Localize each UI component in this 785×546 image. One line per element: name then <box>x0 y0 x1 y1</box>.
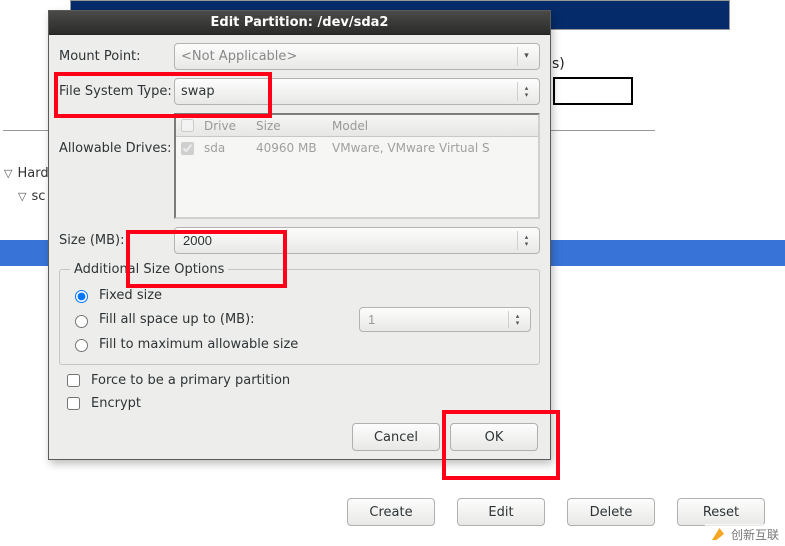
allowable-drives-label: Allowable Drives: <box>59 141 174 156</box>
drives-header: Drive Size Model <box>176 115 538 137</box>
additional-size-options: Additional Size Options Fixed size Fill … <box>59 262 540 365</box>
chevron-down-icon: ▽ <box>4 167 12 180</box>
edit-partition-dialog: Edit Partition: /dev/sda2 Mount Point: <… <box>48 10 551 460</box>
background-button-row: Create Edit Delete Reset <box>0 498 785 526</box>
drives-header-checkbox <box>181 119 194 132</box>
allowable-drives-row: Allowable Drives: Drive Size Model sda 4… <box>59 113 540 219</box>
size-spinner[interactable]: ▴▾ <box>174 227 540 254</box>
option-fill-upto[interactable]: Fill all space up to (MB): ▴▾ <box>70 307 531 332</box>
tree-item-label: sc <box>31 189 45 204</box>
drives-header-drive: Drive <box>198 119 250 133</box>
background-input-fragment <box>553 77 633 105</box>
device-tree: ▽ Hard ▽ sc <box>4 166 49 212</box>
cancel-button[interactable]: Cancel <box>352 423 440 451</box>
spinner-icon[interactable]: ▴▾ <box>517 231 535 250</box>
drive-row-model: VMware, VMware Virtual S <box>326 141 538 155</box>
size-row: Size (MB): ▴▾ <box>59 227 540 254</box>
drive-row-size: 40960 MB <box>250 141 326 155</box>
radio-fixed-size[interactable] <box>75 290 88 303</box>
drives-header-model: Model <box>326 119 538 133</box>
force-primary-row[interactable]: Force to be a primary partition <box>63 371 540 390</box>
spinner-icon: ▴▾ <box>517 82 535 101</box>
option-fill-max-label: Fill to maximum allowable size <box>99 337 298 352</box>
mount-point-row: Mount Point: <Not Applicable> ▲▾ <box>59 43 540 70</box>
tree-item-hard[interactable]: ▽ Hard <box>4 166 49 181</box>
additional-size-legend: Additional Size Options <box>70 262 228 277</box>
fill-upto-input <box>366 311 524 328</box>
fstype-row: File System Type: swap ▴▾ <box>59 78 540 105</box>
fstype-value: swap <box>181 84 215 99</box>
create-button[interactable]: Create <box>347 498 435 526</box>
size-label: Size (MB): <box>59 233 174 248</box>
edit-button[interactable]: Edit <box>457 498 545 526</box>
fstype-label: File System Type: <box>59 84 174 99</box>
reset-button[interactable]: Reset <box>677 498 765 526</box>
option-fixed-size-label: Fixed size <box>99 288 162 303</box>
watermark: 创新互联 <box>705 524 783 544</box>
mount-point-combo[interactable]: <Not Applicable> ▲▾ <box>174 43 540 70</box>
drive-row-drive: sda <box>198 141 250 155</box>
ok-button[interactable]: OK <box>450 423 538 451</box>
fill-upto-spinner: ▴▾ <box>359 307 531 332</box>
force-primary-checkbox[interactable] <box>67 374 80 387</box>
force-primary-label: Force to be a primary partition <box>91 373 290 388</box>
option-fill-upto-label: Fill all space up to (MB): <box>99 312 255 327</box>
watermark-text: 创新互联 <box>731 526 779 543</box>
chevron-down-icon: ▽ <box>18 190 26 203</box>
mount-point-label: Mount Point: <box>59 49 174 64</box>
drive-row-checkbox[interactable] <box>181 142 194 155</box>
dialog-button-row: Cancel OK <box>59 417 540 453</box>
drive-row[interactable]: sda 40960 MB VMware, VMware Virtual S <box>176 137 538 159</box>
mount-point-value: <Not Applicable> <box>181 49 297 64</box>
radio-fill-max[interactable] <box>75 339 88 352</box>
tree-item-label: Hard <box>17 166 48 181</box>
radio-fill-upto[interactable] <box>75 315 88 328</box>
tree-item-sc[interactable]: ▽ sc <box>4 189 49 204</box>
option-fill-max[interactable]: Fill to maximum allowable size <box>70 336 531 352</box>
allowable-drives-list[interactable]: Drive Size Model sda 40960 MB VMware, VM… <box>174 113 540 219</box>
encrypt-label: Encrypt <box>91 396 141 411</box>
spinner-icon: ▴▾ <box>508 311 526 328</box>
fstype-combo[interactable]: swap ▴▾ <box>174 78 540 105</box>
encrypt-checkbox[interactable] <box>67 397 80 410</box>
chevron-down-icon: ▲▾ <box>517 47 535 66</box>
delete-button[interactable]: Delete <box>567 498 655 526</box>
encrypt-row[interactable]: Encrypt <box>63 394 540 413</box>
logo-icon <box>709 525 727 543</box>
option-fixed-size[interactable]: Fixed size <box>70 287 531 303</box>
dialog-titlebar[interactable]: Edit Partition: /dev/sda2 <box>49 11 550 35</box>
size-input[interactable] <box>181 232 533 249</box>
drives-header-size: Size <box>250 119 326 133</box>
background-text-fragment: s) <box>552 56 565 72</box>
